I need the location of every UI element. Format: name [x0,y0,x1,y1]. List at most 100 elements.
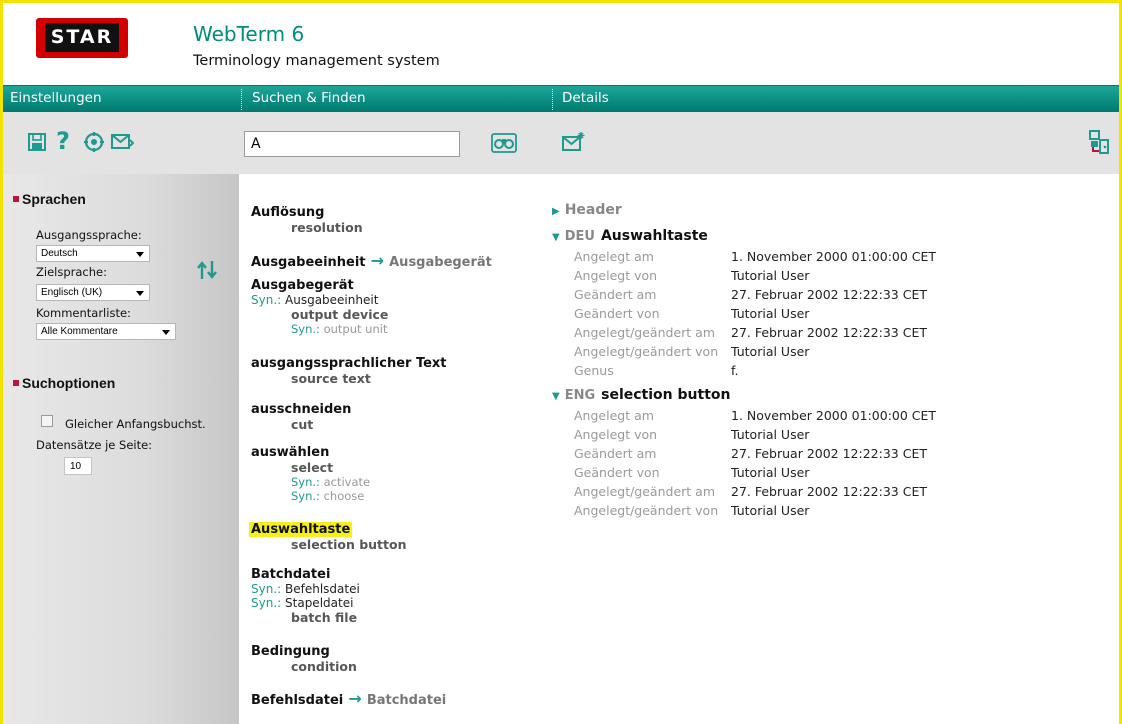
result-translation[interactable]: output device [251,307,388,322]
triangle-down-icon: ▼ [552,232,560,243]
result-term[interactable]: Befehlsdatei [251,693,343,708]
result-translation[interactable]: batch file [251,610,360,625]
records-per-page-input[interactable]: 10 [64,457,92,475]
detail-value: 27. Februar 2002 12:22:33 CET [731,287,927,302]
search-options-heading-label: Suchoptionen [22,375,116,391]
target-language-select[interactable]: Englisch (UK) [36,284,150,301]
result-term[interactable]: Batchdatei [251,567,360,582]
result-term[interactable]: auswählen [251,445,370,460]
detail-value: 1. November 2000 01:00:00 CET [731,408,937,423]
save-icon[interactable] [27,132,47,152]
detail-value: Tutorial User [731,306,810,321]
result-reference[interactable]: Ausgabegerät [389,255,492,270]
menu-details[interactable]: Details [562,90,609,106]
menu-einstellungen[interactable]: Einstellungen [10,90,102,106]
target-language-label: Zielsprache: [36,265,107,279]
result-term[interactable]: Ausgabegerät [251,278,388,293]
detail-row: Geändert von Tutorial User [574,306,809,321]
result-entry[interactable]: Befehlsdatei → Batchdatei [251,689,446,708]
target-language-value: Englisch (UK) [41,287,103,298]
synonym-value[interactable]: Ausgabeeinheit [285,293,378,307]
detail-key: Geändert von [574,306,660,321]
synonym-row: Syn.: Ausgabeeinheit [251,293,388,307]
deu-term: Auswahltaste [600,228,708,244]
detail-row: Geändert von Tutorial User [574,465,809,480]
translation-synonym-value[interactable]: choose [324,489,365,503]
result-entry[interactable]: ausschneiden cut [251,402,351,432]
result-entry[interactable]: auswählen select Syn.: activate Syn.: ch… [251,445,370,503]
detail-row: Angelegt am 1. November 2000 01:00:00 CET [574,408,936,423]
synonym-value[interactable]: Stapeldatei [285,596,353,610]
app-title: WebTerm 6 [193,22,305,46]
help-icon[interactable]: ? [56,129,70,153]
synonym-value[interactable]: Befehlsdatei [285,582,360,596]
result-term[interactable]: Auflösung [251,205,363,220]
translation-synonym-value[interactable]: output unit [324,322,388,336]
mail-icon[interactable] [110,132,134,152]
result-term[interactable]: ausgangssprachlicher Text [251,356,447,371]
synonym-label: Syn.: [251,596,282,610]
detail-value: Tutorial User [731,268,810,283]
eng-lang-code: ENG [564,388,596,403]
swap-languages-icon[interactable] [196,258,218,282]
result-translation[interactable]: cut [251,417,351,432]
triangle-down-icon: ▼ [552,391,560,402]
detail-key: Angelegt/geändert von [574,503,719,518]
synonym-label: Syn.: [291,489,320,503]
result-entry[interactable]: Auflösung resolution [251,205,363,235]
triangle-right-icon: ▶ [552,206,560,217]
result-translation[interactable]: selection button [251,537,406,552]
star-logo: STAR [36,18,128,58]
detail-row: Angelegt/geändert von Tutorial User [574,344,809,359]
result-term[interactable]: ausschneiden [251,402,351,417]
result-term-highlighted[interactable]: Auswahltaste [249,522,353,537]
result-entry-selected[interactable]: Auswahltaste selection button [249,522,406,552]
detail-value: 27. Februar 2002 12:22:33 CET [731,484,927,499]
detail-row: Geändert am 27. Februar 2002 12:22:33 CET [574,287,927,302]
result-translation[interactable]: source text [251,371,447,386]
detail-value: 27. Februar 2002 12:22:33 CET [731,325,927,340]
logout-icon[interactable] [1088,129,1110,155]
synonym-label: Syn.: [251,582,282,596]
source-language-label: Ausgangssprache: [36,228,142,242]
bullet-icon [13,196,19,202]
new-mail-icon[interactable] [561,131,585,153]
detail-value: Tutorial User [731,503,810,518]
result-entry[interactable]: Ausgabeeinheit → Ausgabegerät [251,251,492,270]
result-entry[interactable]: Ausgabegerät Syn.: Ausgabeeinheit output… [251,278,388,336]
result-entry[interactable]: ausgangssprachlicher Text source text [251,356,447,386]
languages-heading: Sprachen [13,191,86,207]
settings-icon[interactable] [83,131,105,153]
eng-section-toggle[interactable]: ▼ ENG selection button [552,384,730,403]
toolbar: ? [3,112,1119,174]
result-translation[interactable]: resolution [251,220,363,235]
result-term[interactable]: Ausgabeeinheit [251,255,366,270]
arrow-right-icon: → [348,689,362,708]
result-reference[interactable]: Batchdatei [367,693,446,708]
synonym-row: Syn.: Befehlsdatei [251,582,360,596]
result-translation[interactable]: select [251,460,370,475]
search-input[interactable] [244,131,460,157]
detail-key: Geändert am [574,287,657,302]
detail-row: Geändert am 27. Februar 2002 12:22:33 CET [574,446,927,461]
same-initial-label: Gleicher Anfangsbuchst. [65,417,206,431]
translation-synonym-value[interactable]: activate [324,475,371,489]
result-term[interactable]: Bedingung [251,644,357,659]
result-entry[interactable]: Batchdatei Syn.: Befehlsdatei Syn.: Stap… [251,567,360,625]
synonym-row: Syn.: Stapeldatei [251,596,360,610]
source-language-select[interactable]: Deutsch [36,245,150,262]
chevron-down-icon [136,252,144,257]
same-initial-checkbox[interactable] [41,415,53,427]
header-section-toggle[interactable]: ▶ Header [552,199,622,218]
result-entry[interactable]: Bedingung condition [251,644,357,674]
search-options-heading: Suchoptionen [13,375,115,391]
detail-row: Angelegt von Tutorial User [574,268,809,283]
detail-row: Genus f. [574,363,738,378]
chevron-down-icon [162,330,170,335]
comment-list-select[interactable]: Alle Kommentare [36,323,176,340]
binoculars-icon[interactable] [491,132,517,154]
deu-section-toggle[interactable]: ▼ DEU Auswahltaste [552,225,708,244]
menu-suchen-finden[interactable]: Suchen & Finden [252,90,366,106]
result-translation[interactable]: condition [251,659,357,674]
arrow-right-icon: → [370,251,385,270]
